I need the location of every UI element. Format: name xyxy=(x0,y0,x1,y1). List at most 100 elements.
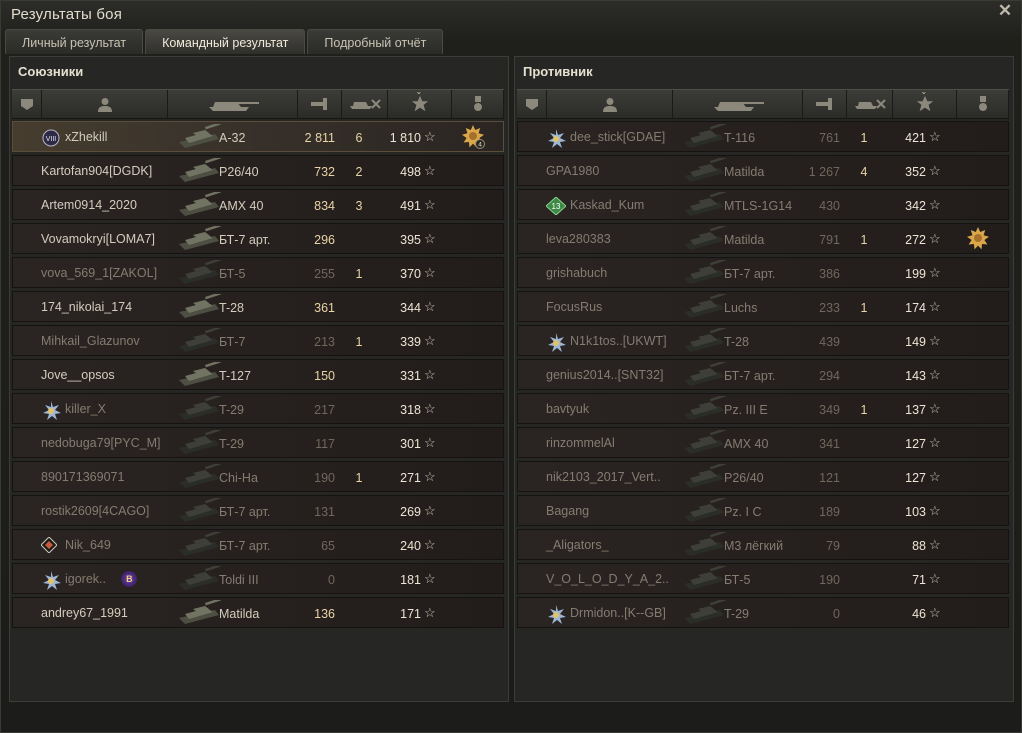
tank-icon xyxy=(177,428,223,456)
sort-medal-column-header[interactable] xyxy=(957,90,1009,118)
player-row[interactable]: igorek.. B Toldi III 0 181 ☆ xyxy=(12,563,504,594)
tank-icon xyxy=(177,224,223,252)
tank-icon xyxy=(177,598,223,626)
svg-text:VIII: VIII xyxy=(46,136,57,143)
kills-value: 2 xyxy=(355,165,363,179)
xp-value: 272 xyxy=(905,233,926,247)
damage-value: 65 xyxy=(321,539,335,553)
star-badge xyxy=(546,605,566,624)
xp-star-icon: ☆ xyxy=(424,265,436,280)
player-row[interactable]: Artem0914_2020 AMX 40 834 3 491 ☆ xyxy=(12,189,504,220)
medal-icon[interactable]: 4 xyxy=(461,125,485,149)
xp-value: 240 xyxy=(400,539,421,553)
damage-value: 1 267 xyxy=(808,165,840,179)
xp-value: 421 xyxy=(905,131,926,145)
tab-detailed-report[interactable]: Подробный отчёт xyxy=(307,29,444,54)
sort-arrow-icon: ⌄ xyxy=(415,87,423,96)
sort-damage-header[interactable] xyxy=(298,90,342,118)
svg-text:13: 13 xyxy=(552,202,561,211)
player-row[interactable]: 890171369071 Chi-Ha 190 1 271 ☆ xyxy=(12,461,504,492)
xp-star-icon: ☆ xyxy=(424,571,436,586)
xp-star-icon: ☆ xyxy=(929,231,941,246)
kills-value: 1 xyxy=(860,131,868,145)
player-name: 890171369071 xyxy=(41,470,125,484)
tab-team-result[interactable]: Командный результат xyxy=(145,29,306,54)
player-row[interactable]: VIII xZhekill A-32 2 811 6 1 810 ☆ 4 xyxy=(12,121,504,152)
vehicle-name: Luchs xyxy=(724,301,758,315)
player-row[interactable]: leva280383 Matilda 791 1 272 ☆ xyxy=(517,223,1009,254)
player-row[interactable]: Nik_649 БТ-7 арт. 65 240 ☆ xyxy=(12,529,504,560)
xp-star-icon: ☆ xyxy=(424,367,436,382)
sort-damage-header[interactable] xyxy=(803,90,847,118)
kills-value: 4 xyxy=(860,165,868,179)
player-row[interactable]: N1k1tos..[UKWT] T-28 439 149 ☆ xyxy=(517,325,1009,356)
vehicle-name: Matilda xyxy=(724,165,765,179)
tank-icon xyxy=(682,394,728,422)
player-row[interactable]: rostik2609[4CAGO] БТ-7 арт. 131 269 ☆ xyxy=(12,495,504,526)
player-row[interactable]: killer_X T-29 217 318 ☆ xyxy=(12,393,504,424)
sort-xp-star-header[interactable]: ⌄ xyxy=(388,87,452,118)
kills-value: 1 xyxy=(860,403,868,417)
damage-value: 834 xyxy=(314,199,335,213)
tank-icon xyxy=(177,190,223,218)
player-row[interactable]: _Aligators_ M3 лёгкий 79 88 ☆ xyxy=(517,529,1009,560)
player-name: FocusRus xyxy=(546,300,603,314)
player-row[interactable]: Mihkail_Glazunov БТ-7 213 1 339 ☆ xyxy=(12,325,504,356)
player-row[interactable]: 174_nikolai_174 T-28 361 344 ☆ xyxy=(12,291,504,322)
vehicle-name: Pz. III E xyxy=(724,403,768,417)
vehicle-name: Pz. I C xyxy=(724,505,762,519)
damage-value: 296 xyxy=(314,233,335,247)
sort-squad-header[interactable] xyxy=(517,90,547,118)
player-row[interactable]: FocusRus Luchs 233 1 174 ☆ xyxy=(517,291,1009,322)
kills-value: 6 xyxy=(355,131,363,145)
sort-kills-header[interactable] xyxy=(342,90,388,118)
tank-icon xyxy=(177,326,223,354)
tank-icon xyxy=(682,122,728,150)
xp-star-icon: ☆ xyxy=(929,197,941,212)
sort-kills-header[interactable] xyxy=(847,90,893,118)
player-row[interactable]: genius2014..[SNT32] БТ-7 арт. 294 143 ☆ xyxy=(517,359,1009,390)
enemies-title: Противник xyxy=(523,64,593,79)
xp-value: 127 xyxy=(905,471,926,485)
player-row[interactable]: nedobuga79[PYC_M] T-29 117 301 ☆ xyxy=(12,427,504,458)
player-row[interactable]: 13 Kaskad_Kum MTLS-1G14 430 342 ☆ xyxy=(517,189,1009,220)
damage-value: 2 811 xyxy=(304,131,335,145)
tank-icon xyxy=(177,122,223,150)
player-row[interactable]: Vovamokryi[LOMA7] БТ-7 арт. 296 395 ☆ xyxy=(12,223,504,254)
player-row[interactable]: dee_stick[GDAE] T-116 761 1 421 ☆ xyxy=(517,121,1009,152)
player-row[interactable]: grishabuch БТ-7 арт. 386 199 ☆ xyxy=(517,257,1009,288)
vehicle-name: MTLS-1G14 xyxy=(724,199,793,213)
close-icon[interactable]: ✕ xyxy=(997,2,1013,19)
player-name: leva280383 xyxy=(546,232,611,246)
tank-icon xyxy=(177,394,223,422)
sort-xp-star-header[interactable]: ⌄ xyxy=(893,87,957,118)
player-row[interactable]: Jove__opsos T-127 150 331 ☆ xyxy=(12,359,504,390)
damage-value: 190 xyxy=(819,573,840,587)
player-name: grishabuch xyxy=(546,266,608,280)
tab-personal-result[interactable]: Личный результат xyxy=(5,29,144,54)
sort-squad-header[interactable] xyxy=(12,90,42,118)
player-row[interactable]: andrey67_1991 Matilda 136 171 ☆ xyxy=(12,597,504,628)
xp-value: 88 xyxy=(912,539,926,553)
xp-value: 71 xyxy=(912,573,926,587)
sort-tank-header[interactable] xyxy=(673,90,803,118)
player-row[interactable]: bavtyuk Pz. III E 349 1 137 ☆ xyxy=(517,393,1009,424)
sort-medal-column-header[interactable] xyxy=(452,90,504,118)
player-row[interactable]: Drmidon..[K--GB] T-29 0 46 ☆ xyxy=(517,597,1009,628)
vehicle-name: T-116 xyxy=(724,131,756,145)
player-row[interactable]: rinzommelAl AMX 40 341 127 ☆ xyxy=(517,427,1009,458)
player-row[interactable]: Kartofan904[DGDK] P26/40 732 2 498 ☆ xyxy=(12,155,504,186)
xp-star-icon: ☆ xyxy=(929,163,941,178)
sort-player-header[interactable] xyxy=(42,90,168,118)
player-row[interactable]: nik2103_2017_Vert.. P26/40 121 127 ☆ xyxy=(517,461,1009,492)
player-row[interactable]: V_O_L_O_D_Y_A_2.. БТ-5 190 71 ☆ xyxy=(517,563,1009,594)
player-name: igorek.. xyxy=(65,572,106,586)
player-row[interactable]: Bagang Pz. I C 189 103 ☆ xyxy=(517,495,1009,526)
damage-value: 0 xyxy=(833,607,840,621)
player-row[interactable]: vova_569_1[ZAKOL] БТ-5 255 1 370 ☆ xyxy=(12,257,504,288)
sort-player-header[interactable] xyxy=(547,90,673,118)
xp-value: 174 xyxy=(905,301,926,315)
medal-icon[interactable] xyxy=(966,227,990,251)
sort-tank-header[interactable] xyxy=(168,90,298,118)
player-row[interactable]: GPA1980 Matilda 1 267 4 352 ☆ xyxy=(517,155,1009,186)
